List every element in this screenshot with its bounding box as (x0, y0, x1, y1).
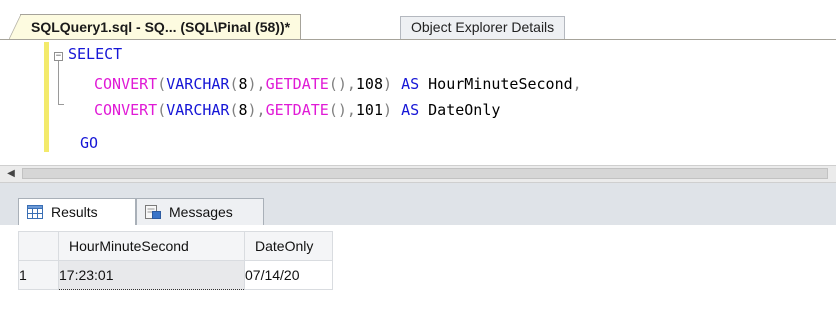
modified-lines-marker (44, 42, 49, 152)
editor-horizontal-scrollbar[interactable]: ◀ (0, 165, 836, 183)
column-header-hourminutesecond[interactable]: HourMinuteSecond (58, 231, 245, 261)
row-number[interactable]: 1 (18, 260, 59, 290)
column-header-dateonly[interactable]: DateOnly (244, 231, 333, 261)
column-alias: HourMinuteSecond (428, 75, 573, 93)
function-getdate: GETDATE (265, 101, 329, 119)
grid-header-row: HourMinuteSecond DateOnly (18, 231, 333, 261)
scroll-left-arrow-icon[interactable]: ◀ (4, 167, 18, 181)
code-line-4: GO (80, 132, 98, 154)
keyword-varchar: VARCHAR (166, 101, 230, 119)
paren: ) (383, 75, 393, 93)
paren: ( (229, 75, 239, 93)
results-grid-area: HourMinuteSecond DateOnly 1 17:23:01 07/… (0, 225, 836, 324)
paren: ( (157, 101, 167, 119)
tab-sqlquery1[interactable]: SQLQuery1.sql - SQ... (SQL\Pinal (58))* (8, 14, 302, 39)
keyword-as: AS (401, 101, 420, 119)
tab-results[interactable]: Results (18, 198, 136, 226)
editor-results-splitter[interactable] (0, 183, 836, 195)
code-line-2: CONVERT(VARCHAR(8),GETDATE(),108) AS Hou… (94, 73, 582, 95)
tab-results-label: Results (51, 204, 98, 220)
messages-icon (145, 205, 161, 219)
tab-object-explorer-details[interactable]: Object Explorer Details (400, 16, 566, 39)
length-literal: 8 (238, 75, 248, 93)
fold-guide-end (58, 104, 64, 105)
function-convert: CONVERT (94, 101, 158, 119)
comma: , (572, 75, 582, 93)
keyword-go: GO (80, 134, 99, 152)
grid-icon (27, 205, 43, 219)
scrollbar-thumb[interactable] (22, 168, 828, 179)
length-literal: 8 (238, 101, 248, 119)
paren-comma: ), (247, 101, 266, 119)
paren: ( (157, 75, 167, 93)
code-line-1: SELECT (68, 43, 122, 65)
results-grid: HourMinuteSecond DateOnly 1 17:23:01 07/… (18, 231, 333, 290)
paren-comma: (), (328, 75, 356, 93)
keyword-as: AS (401, 75, 420, 93)
paren-comma: ), (247, 75, 266, 93)
cell-hourminutesecond[interactable]: 17:23:01 (58, 260, 245, 290)
paren: ( (229, 101, 239, 119)
style-literal: 101 (355, 101, 383, 119)
function-getdate: GETDATE (265, 75, 329, 93)
query-editor[interactable]: − SELECT CONVERT(VARCHAR(8),GETDATE(),10… (0, 40, 836, 165)
fold-guide (58, 61, 59, 105)
table-row: 1 17:23:01 07/14/20 (18, 260, 333, 290)
code-line-3: CONVERT(VARCHAR(8),GETDATE(),101) AS Dat… (94, 99, 500, 121)
document-tab-strip: SQLQuery1.sql - SQ... (SQL\Pinal (58))* … (0, 0, 836, 40)
tab-messages-label: Messages (169, 204, 233, 220)
collapse-region-icon[interactable]: − (54, 52, 63, 61)
keyword-select: SELECT (68, 45, 123, 63)
tab-messages[interactable]: Messages (136, 198, 264, 225)
cell-dateonly[interactable]: 07/14/20 (244, 260, 333, 290)
column-alias: DateOnly (428, 101, 501, 119)
results-tab-strip: Results Messages (0, 195, 836, 226)
function-convert: CONVERT (94, 75, 158, 93)
paren-comma: (), (328, 101, 356, 119)
style-literal: 108 (355, 75, 383, 93)
grid-corner[interactable] (18, 231, 59, 261)
paren: ) (383, 101, 393, 119)
keyword-varchar: VARCHAR (166, 75, 230, 93)
